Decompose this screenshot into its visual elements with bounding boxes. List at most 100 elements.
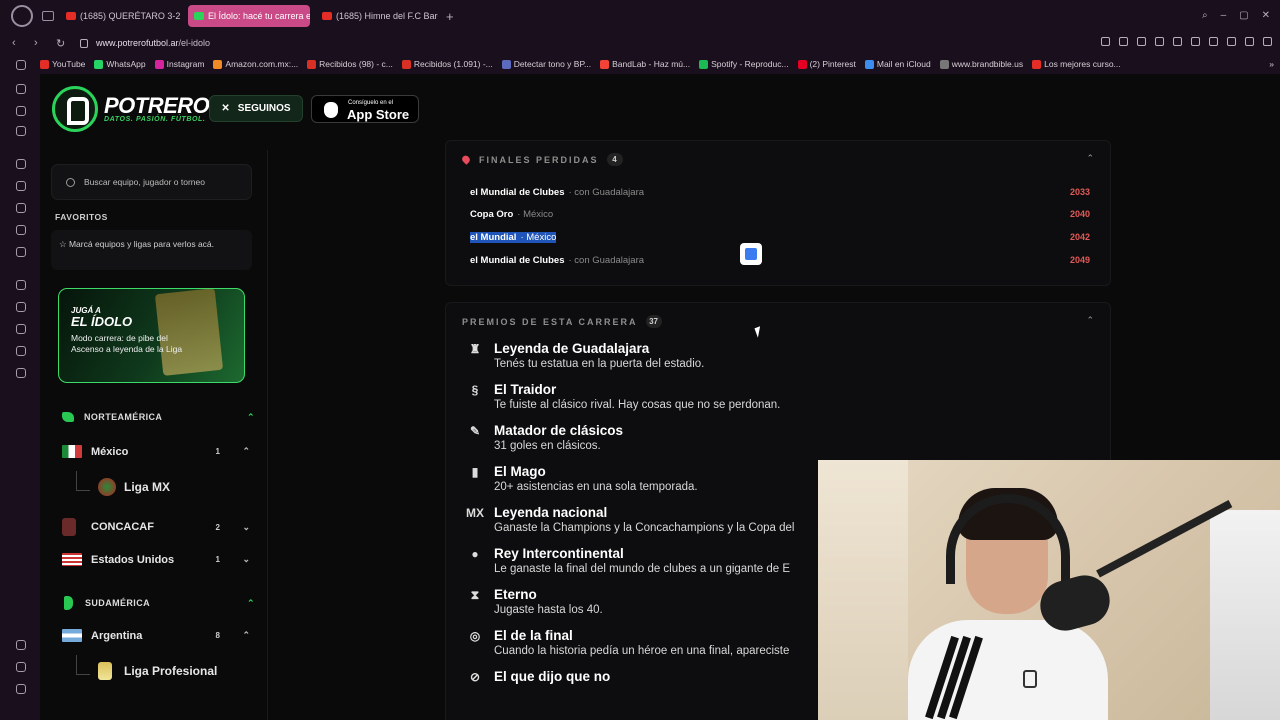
url-field[interactable]: www.potrerofutbol.ar/el-idolo <box>96 38 210 48</box>
maximize-icon[interactable]: ▢ <box>1239 10 1248 21</box>
award-icon: ⊘ <box>469 670 481 684</box>
settings-icon[interactable] <box>16 368 26 378</box>
country-mexico[interactable]: México 1 ⌃ <box>62 445 250 458</box>
vpn-icon[interactable] <box>1155 37 1164 46</box>
download-icon[interactable] <box>1227 37 1236 46</box>
send-icon[interactable] <box>16 302 26 312</box>
bookmark-item[interactable]: Instagram <box>154 59 205 69</box>
north-america-icon <box>62 412 74 422</box>
back-icon[interactable]: ‹ <box>12 37 22 49</box>
bookmark-favicon-icon <box>307 59 317 69</box>
bookmark-item[interactable]: www.brandbible.us <box>939 59 1023 69</box>
clock-icon[interactable] <box>16 324 26 334</box>
search-input[interactable] <box>84 177 244 187</box>
music-icon[interactable] <box>16 247 26 257</box>
reload-icon[interactable]: ↻ <box>56 37 66 50</box>
search-tabs-icon[interactable]: ⌕ <box>1202 10 1208 21</box>
menu-icon[interactable] <box>1263 37 1272 46</box>
bookmark-label: Recibidos (1.091) -... <box>413 59 493 69</box>
aria-icon[interactable] <box>16 84 26 94</box>
site-sidebar: FAVORITOS ☆ Marcá equipos y ligas para v… <box>40 150 268 720</box>
tab-el-idolo[interactable]: El Ídolo: hacé tu carrera en <box>188 5 310 27</box>
snapshot-icon[interactable] <box>1137 37 1146 46</box>
south-america-icon <box>64 596 73 610</box>
bookmark-item[interactable]: Recibidos (1.091) -... <box>401 59 493 69</box>
translate-icon[interactable] <box>740 243 762 265</box>
final-year: 2042 <box>1069 232 1090 242</box>
promo-title: EL ÍDOLO <box>71 314 133 329</box>
bookmark-item[interactable]: Amazon.com.mx:... <box>213 59 298 69</box>
tab-himne[interactable]: (1685) Himne del F.C Barc <box>316 5 438 27</box>
follow-x-button[interactable]: ✕ SEGUINOS <box>209 95 303 122</box>
bookmark-favicon-icon <box>699 59 709 69</box>
downloads-icon[interactable] <box>16 346 26 356</box>
bookmark-item[interactable]: (2) Pinterest <box>797 59 856 69</box>
forward-icon[interactable]: › <box>34 37 44 49</box>
bookmarks-overflow-icon[interactable]: » <box>1269 59 1274 69</box>
chatgpt-icon[interactable] <box>16 106 26 116</box>
more-icon[interactable] <box>16 684 26 694</box>
collapse-chevron-icon[interactable]: ⌃ <box>1086 153 1094 164</box>
history-icon[interactable] <box>16 60 26 70</box>
bookmark-label: WhatsApp <box>106 59 146 69</box>
award-description: Te fuiste al clásico rival. Hay cosas qu… <box>494 399 781 411</box>
whatsapp-icon[interactable] <box>16 159 26 169</box>
spotify-icon[interactable] <box>16 280 26 290</box>
final-name: el Mundial <box>470 232 517 243</box>
awards-title[interactable]: PREMIOS DE ESTA CARRERA 37 <box>462 315 662 328</box>
bookmark-item[interactable]: Los mejores curso... <box>1032 59 1121 69</box>
bookmark-item[interactable]: Detectar tono y BP... <box>501 59 591 69</box>
collapse-chevron-icon[interactable]: ⌃ <box>1086 315 1094 326</box>
bookmark-item[interactable]: YouTube <box>40 59 85 69</box>
app-store-button[interactable]: Consíguelo en el App Store <box>311 95 419 123</box>
award-title: Matador de clásicos <box>494 423 624 438</box>
potrero-logo-icon[interactable] <box>52 86 98 132</box>
minimize-icon[interactable]: – <box>1221 10 1227 21</box>
new-tab-button[interactable]: + <box>446 9 454 24</box>
pin-tool-icon[interactable] <box>16 640 26 650</box>
region-sudamerica[interactable]: SUDAMÉRICA ⌃ <box>62 596 255 610</box>
award-icon: § <box>471 383 479 397</box>
country-concacaf[interactable]: CONCACAF 2 ⌄ <box>62 518 250 536</box>
heart-icon[interactable] <box>1191 37 1200 46</box>
region-norteamerica[interactable]: NORTEAMÉRICA ⌃ <box>62 412 255 422</box>
bookmark-label: Instagram <box>166 59 205 69</box>
close-icon[interactable]: ✕ <box>1262 10 1270 21</box>
bookmark-item[interactable]: WhatsApp <box>94 59 146 69</box>
country-argentina[interactable]: Argentina 8 ⌃ <box>62 629 250 642</box>
opera-logo-icon[interactable] <box>11 5 33 27</box>
bookmark-item[interactable]: Recibidos (98) - c... <box>307 59 393 69</box>
country-usa[interactable]: Estados Unidos 1 ⌄ <box>62 553 250 566</box>
x-icon[interactable] <box>16 225 26 235</box>
lost-finals-title[interactable]: FINALES PERDIDAS 4 <box>460 153 623 166</box>
extensions-icon[interactable] <box>1209 37 1218 46</box>
bookmark-label: (2) Pinterest <box>809 59 856 69</box>
webcam-background-door <box>818 460 908 720</box>
league-liga-mx[interactable]: Liga MX <box>76 471 170 496</box>
bookmark-item[interactable]: Spotify - Reproduc... <box>699 59 789 69</box>
tab-queretaro[interactable]: (1685) QUERÉTARO 3-2 TI <box>60 5 182 27</box>
tiktok-icon[interactable] <box>16 203 26 213</box>
lock-icon[interactable] <box>80 38 88 48</box>
el-idolo-promo[interactable]: JUGÁ A EL ÍDOLO Modo carrera: de pibe de… <box>58 288 245 383</box>
league-liga-profesional[interactable]: Liga Profesional <box>76 655 217 680</box>
zoom-icon[interactable] <box>1101 37 1110 46</box>
play-icon[interactable] <box>1173 37 1182 46</box>
instagram-icon[interactable] <box>16 181 26 191</box>
final-year: 2049 <box>1069 255 1090 265</box>
webcam-person-jersey <box>908 620 1108 720</box>
appstore-small-text: Consíguelo en el <box>348 100 394 106</box>
profile-icon[interactable] <box>1245 37 1254 46</box>
award-description: Cuando la historia pedía un héroe en una… <box>494 645 790 657</box>
bookmark-item[interactable]: BandLab - Haz mú... <box>600 59 690 69</box>
award-icon: ▮ <box>471 465 479 479</box>
bookmark-label: Los mejores curso... <box>1044 59 1121 69</box>
pin-icon[interactable] <box>1119 37 1128 46</box>
messenger-icon[interactable] <box>16 126 26 136</box>
gx-icon[interactable] <box>16 662 26 672</box>
award-description: Tenés tu estatua en la puerta del estadi… <box>494 358 705 370</box>
workspaces-icon[interactable] <box>42 11 54 21</box>
jersey-crest-icon <box>1023 670 1037 688</box>
bookmark-item[interactable]: Mail en iCloud <box>864 59 931 69</box>
search-box[interactable] <box>51 164 252 200</box>
